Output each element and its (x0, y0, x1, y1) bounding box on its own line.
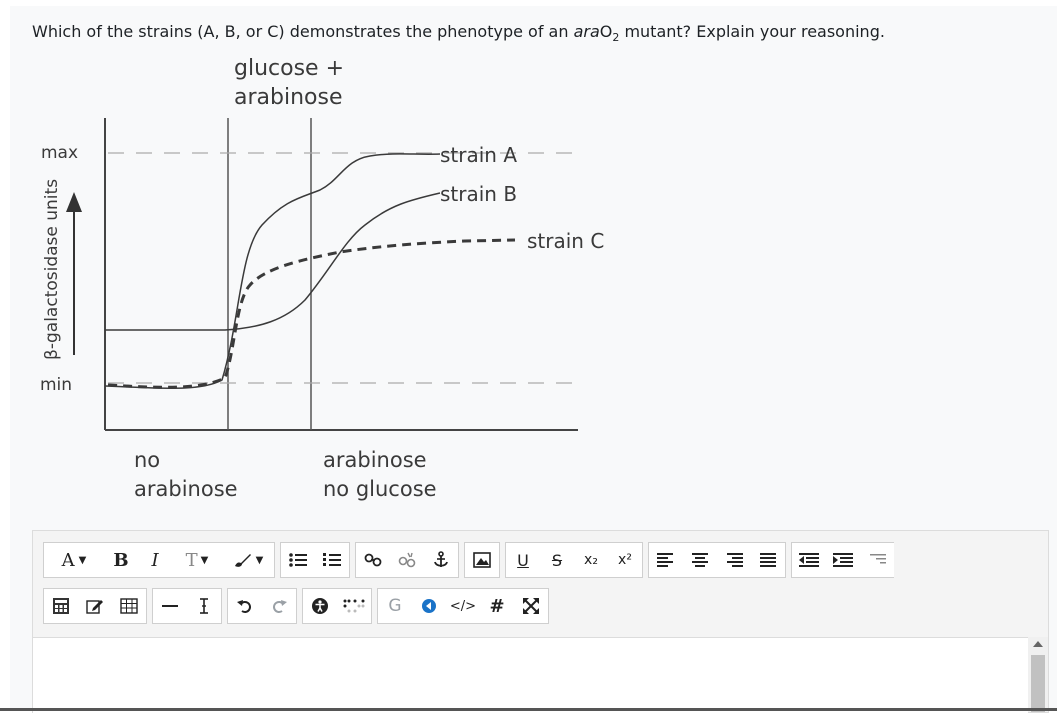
table-icon (120, 598, 138, 614)
numbered-list-icon (323, 553, 341, 566)
group-tools (43, 588, 147, 624)
image-icon (473, 552, 491, 568)
braille-button[interactable] (337, 589, 371, 623)
bullet-list-icon (289, 553, 307, 567)
hash-button[interactable]: # (480, 589, 514, 623)
label-arabinose-top: arabinose (234, 85, 343, 110)
calculator-button[interactable] (44, 589, 78, 623)
paint-brush-button[interactable]: ▼ (222, 543, 274, 577)
subscript-button[interactable]: x₂ (574, 543, 608, 577)
group-insert (152, 588, 222, 624)
text-editor: A ▼ B I T ▼ ▼ U S x₂ x² G </> # (32, 530, 1049, 713)
outdent-button[interactable] (792, 543, 826, 577)
y-max-label: max (41, 143, 78, 163)
horizontal-rule-button[interactable] (153, 589, 187, 623)
toolbar-row-2: G </> # (43, 588, 554, 624)
group-align (648, 542, 786, 578)
strain-c-label: strain C (527, 229, 604, 253)
numbered-list-button[interactable] (315, 543, 349, 577)
superscript-button[interactable]: x² (608, 543, 642, 577)
chevron-down-icon: ▼ (200, 554, 209, 566)
link-button[interactable] (356, 543, 390, 577)
redo-button[interactable] (262, 589, 296, 623)
calculator-icon (53, 598, 69, 614)
align-right-icon (727, 553, 743, 567)
scroll-thumb[interactable] (1031, 655, 1045, 712)
label-no-glucose: no glucose (323, 477, 437, 501)
align-left-icon (657, 553, 673, 567)
group-text-format: U S x₂ x² (505, 542, 643, 578)
editor-scrollbar[interactable] (1028, 637, 1048, 712)
y-arrow-head (66, 192, 82, 212)
code-button[interactable]: </> (446, 589, 480, 623)
induction-graph: glucose + arabinose max min β-galactosid… (40, 56, 604, 501)
scroll-up-icon[interactable] (1033, 641, 1043, 647)
undo-button[interactable] (228, 589, 262, 623)
y-axis-label: β-galactosidase units (42, 179, 62, 360)
accessibility-icon (312, 598, 328, 614)
align-left-button[interactable] (649, 543, 683, 577)
horizontal-rule-icon (162, 605, 178, 607)
font-color-button[interactable]: A ▼ (44, 543, 104, 577)
g-button[interactable]: G (378, 589, 412, 623)
anchor-icon (434, 551, 448, 567)
group-accessibility (302, 588, 372, 624)
paint-brush-icon (234, 554, 251, 567)
image-button[interactable] (465, 543, 499, 577)
label-arabinose-right: arabinose (323, 448, 427, 472)
strain-b-curve (105, 192, 441, 331)
group-media (464, 542, 500, 578)
text-direction-icon (870, 554, 886, 564)
label-arabinose-left: arabinose (134, 477, 238, 501)
underline-button[interactable]: U (506, 543, 540, 577)
anchor-button[interactable] (424, 543, 458, 577)
redo-icon (273, 600, 287, 613)
bullet-list-button[interactable] (281, 543, 315, 577)
indent-button[interactable] (826, 543, 860, 577)
text-cursor-button[interactable] (187, 589, 221, 623)
group-history (227, 588, 297, 624)
label-glucose-plus: glucose + (234, 56, 344, 81)
indent-icon (833, 553, 853, 567)
group-font: A ▼ B I T ▼ ▼ (43, 542, 275, 578)
align-center-button[interactable] (683, 543, 717, 577)
outdent-icon (799, 553, 819, 567)
align-justify-button[interactable] (751, 543, 785, 577)
braille-icon (343, 599, 365, 613)
rtl-button[interactable] (860, 543, 894, 577)
align-center-icon (692, 553, 708, 567)
align-right-button[interactable] (717, 543, 751, 577)
unlink-icon (398, 552, 416, 568)
align-justify-icon (760, 553, 776, 567)
toolbar-row-1: A ▼ B I T ▼ ▼ U S x₂ x² (43, 542, 899, 578)
unlink-button[interactable] (390, 543, 424, 577)
back-circle-button[interactable] (412, 589, 446, 623)
strikethrough-button[interactable]: S (540, 543, 574, 577)
group-links (355, 542, 459, 578)
group-extra: G </> # (377, 588, 549, 624)
fullscreen-button[interactable] (514, 589, 548, 623)
arrow-left-circle-icon (422, 599, 436, 613)
table-button[interactable] (112, 589, 146, 623)
chevron-down-icon: ▼ (255, 554, 264, 566)
text-cursor-icon (200, 598, 208, 614)
expand-icon (523, 598, 539, 614)
group-indent (791, 542, 894, 578)
edit-icon (86, 600, 103, 614)
italic-button[interactable]: I (138, 543, 172, 577)
bold-button[interactable]: B (104, 543, 138, 577)
label-no: no (134, 448, 160, 472)
undo-icon (237, 600, 251, 613)
strain-b-label: strain B (440, 182, 517, 206)
editor-content-area[interactable] (33, 637, 1028, 713)
chevron-down-icon: ▼ (78, 554, 87, 566)
group-lists (280, 542, 350, 578)
y-min-label: min (40, 375, 72, 395)
strain-a-label: strain A (440, 143, 517, 167)
edit-button[interactable] (78, 589, 112, 623)
link-icon (364, 553, 382, 567)
style-button[interactable]: T ▼ (172, 543, 222, 577)
accessibility-button[interactable] (303, 589, 337, 623)
